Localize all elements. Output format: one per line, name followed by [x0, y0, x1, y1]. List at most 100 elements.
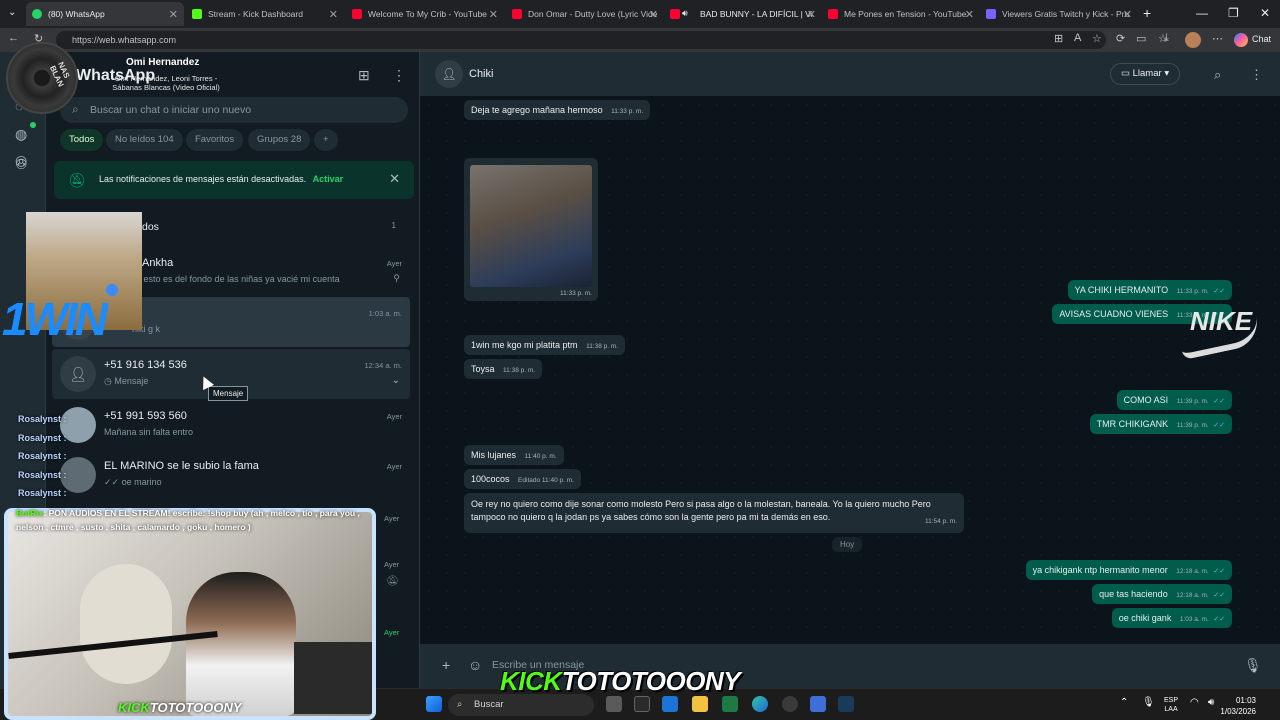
call-button[interactable]: ▭ Llamar ▾: [1110, 63, 1181, 85]
new-chat-icon[interactable]: ⊞: [358, 67, 370, 84]
menu-dots-icon[interactable]: ⋮: [1250, 67, 1263, 83]
tab-youtube-dutty-love[interactable]: Don Omar - Dutty Love (Lyric Vide ✕: [506, 2, 664, 26]
tab-close-icon[interactable]: ✕: [965, 8, 974, 21]
tab-close-icon[interactable]: ✕: [807, 8, 816, 21]
tab-title: Don Omar - Dutty Love (Lyric Vide: [528, 9, 658, 19]
message-bubble: TMR CHIKIGANK 11:39 p. m. ✓✓: [1089, 414, 1232, 434]
taskbar-search-label: Buscar: [474, 699, 504, 710]
split-screen-icon[interactable]: ▭: [1136, 32, 1146, 45]
conversation-header[interactable]: 👤︎ Chiki ▭ Llamar ▾ ⌕ ⋮: [420, 52, 1280, 96]
speaker-icon[interactable]: 🔊︎: [682, 8, 688, 19]
microphone-icon[interactable]: 🎙︎: [1244, 657, 1262, 674]
tab-youtube-tension[interactable]: Me Pones en Tension - YouTube ✕: [822, 2, 980, 26]
edge-icon[interactable]: [752, 696, 768, 712]
status-icon[interactable]: ◍: [15, 126, 27, 143]
tab-viewers-gratis[interactable]: Viewers Gratis Twitch y Kick - Pru ✕: [980, 2, 1138, 26]
maximize-button[interactable]: ❐: [1228, 6, 1239, 20]
minimize-button[interactable]: —: [1196, 6, 1208, 20]
chat-item-51991593560[interactable]: +51 991 593 560 Mañana sin falta entro A…: [52, 400, 410, 450]
filter-unread[interactable]: No leídos 104: [106, 129, 183, 151]
copilot-icon[interactable]: [1234, 33, 1248, 47]
excel-icon[interactable]: [722, 696, 738, 712]
message-time: 11:39 p. m.: [1176, 398, 1209, 405]
tab-menu-icon[interactable]: ⌄: [8, 7, 16, 18]
tab-whatsapp[interactable]: (80) WhatsApp ✕: [26, 2, 184, 26]
language-code: ESP: [1164, 697, 1179, 704]
message-bubble: Mis lujanes 11:40 p. m.: [464, 445, 564, 465]
filter-groups[interactable]: Grupos 28: [248, 129, 311, 151]
default-avatar-icon[interactable]: 👤︎: [435, 60, 463, 88]
message-time: 11:33 p. m.: [559, 290, 592, 297]
notification-close-icon[interactable]: ✕: [389, 171, 400, 187]
tab-kick-dashboard[interactable]: Stream - Kick Dashboard ✕: [186, 2, 344, 26]
copilot-chat-label[interactable]: Chat: [1252, 34, 1271, 44]
menu-dots-icon[interactable]: ⋮: [392, 67, 406, 84]
message-text: ya chikigank ntp hermanito menor: [1032, 565, 1168, 575]
taskbar-search[interactable]: ⌕ Buscar: [448, 694, 594, 716]
volume-icon[interactable]: 🔊︎: [1208, 697, 1214, 708]
chat-time: 1:03 a. m.: [368, 309, 402, 318]
communities-people-icon[interactable]: ⚇: [15, 156, 28, 173]
contact-name[interactable]: Chiki: [469, 68, 493, 80]
filter-all[interactable]: Todos: [60, 129, 104, 151]
overlay-blue-dot: [106, 284, 118, 296]
chat-item-el-marino[interactable]: EL MARINO se le subio la fama ✓✓ oe mari…: [52, 450, 410, 500]
bot-message: BotRix: PON AUDIOS EN EL STREAM! escribe…: [16, 506, 376, 534]
discord-icon[interactable]: [810, 696, 826, 712]
tab-close-icon[interactable]: ✕: [329, 8, 338, 21]
chevron-down-icon[interactable]: ⌄: [392, 375, 400, 386]
tab-close-icon[interactable]: ✕: [169, 8, 178, 21]
message-text: TMR CHIKIGANK: [1096, 419, 1169, 429]
tab-youtube-crib[interactable]: Welcome To My Crib - YouTube ✕: [346, 2, 504, 26]
photo-message[interactable]: 11:33 p. m.: [464, 158, 598, 301]
tab-youtube-bad-bunny[interactable]: 🔊︎ BAD BUNNY - LA DIFÍCIL | Vi ✕: [664, 2, 822, 26]
tray-chevron-icon[interactable]: ⌃: [1120, 697, 1128, 708]
message-text: que tas haciendo: [1099, 589, 1168, 599]
tab-close-icon[interactable]: ✕: [649, 8, 658, 21]
obs-icon[interactable]: [782, 696, 798, 712]
read-ticks-icon: ✓✓: [1213, 616, 1225, 623]
archived-count: 1: [391, 221, 396, 230]
photo-image[interactable]: [470, 165, 592, 287]
chat-time: Ayer: [386, 412, 402, 421]
favorite-star-icon[interactable]: ☆: [1092, 32, 1102, 45]
mic-tray-icon[interactable]: 🎙︎: [1142, 697, 1155, 708]
close-window-button[interactable]: ✕: [1260, 6, 1270, 20]
filter-add[interactable]: +: [314, 129, 338, 151]
app-icon[interactable]: [634, 696, 650, 712]
whatsapp-favicon-icon: [32, 9, 42, 19]
tab-title: Welcome To My Crib - YouTube: [368, 9, 487, 19]
notification-activate-link[interactable]: Activar: [313, 174, 344, 184]
emoji-icon[interactable]: ☺: [468, 657, 482, 673]
filter-favorites[interactable]: Favoritos: [186, 129, 244, 151]
system-clock[interactable]: 01:03 1/03/2026: [1220, 695, 1256, 717]
wifi-icon[interactable]: ◠: [1190, 697, 1199, 708]
chat-time-extra: Ayer: [384, 514, 400, 523]
search-icon[interactable]: ⌕: [1214, 67, 1221, 83]
more-menu-icon[interactable]: ⋯: [1212, 32, 1223, 45]
chat-username: Rosalynst :: [18, 432, 67, 443]
file-explorer-icon[interactable]: [692, 696, 708, 712]
profile-avatar[interactable]: [1185, 32, 1201, 48]
language-indicator[interactable]: ESP LAA: [1164, 696, 1178, 714]
steam-icon[interactable]: [838, 696, 854, 712]
read-aloud-icon[interactable]: A: [1074, 32, 1081, 44]
tab-close-icon[interactable]: ✕: [489, 8, 498, 21]
webcam-overlay: KICKTOTOTOOONY: [4, 508, 376, 720]
search-icon: ⌕: [457, 699, 463, 710]
read-ticks-icon: ✓✓: [1213, 422, 1225, 429]
apps-icon[interactable]: ⊞: [1054, 32, 1063, 45]
tab-title: Stream - Kick Dashboard: [208, 9, 303, 19]
download-icon[interactable]: ⤓: [1164, 32, 1169, 45]
tab-close-icon[interactable]: ✕: [1123, 8, 1132, 21]
date-divider: Hoy: [832, 537, 863, 552]
message-text: oe chiki gank: [1118, 613, 1172, 623]
attach-plus-icon[interactable]: +: [442, 657, 450, 673]
task-view-icon[interactable]: [606, 696, 622, 712]
store-icon[interactable]: [662, 696, 678, 712]
youtube-favicon-icon: [828, 9, 838, 19]
windows-start-icon[interactable]: [426, 696, 442, 712]
chat-time-extra: Ayer: [384, 628, 400, 637]
refresh-sync-icon[interactable]: ⟳: [1116, 32, 1125, 45]
new-tab-button[interactable]: +: [1143, 5, 1151, 21]
